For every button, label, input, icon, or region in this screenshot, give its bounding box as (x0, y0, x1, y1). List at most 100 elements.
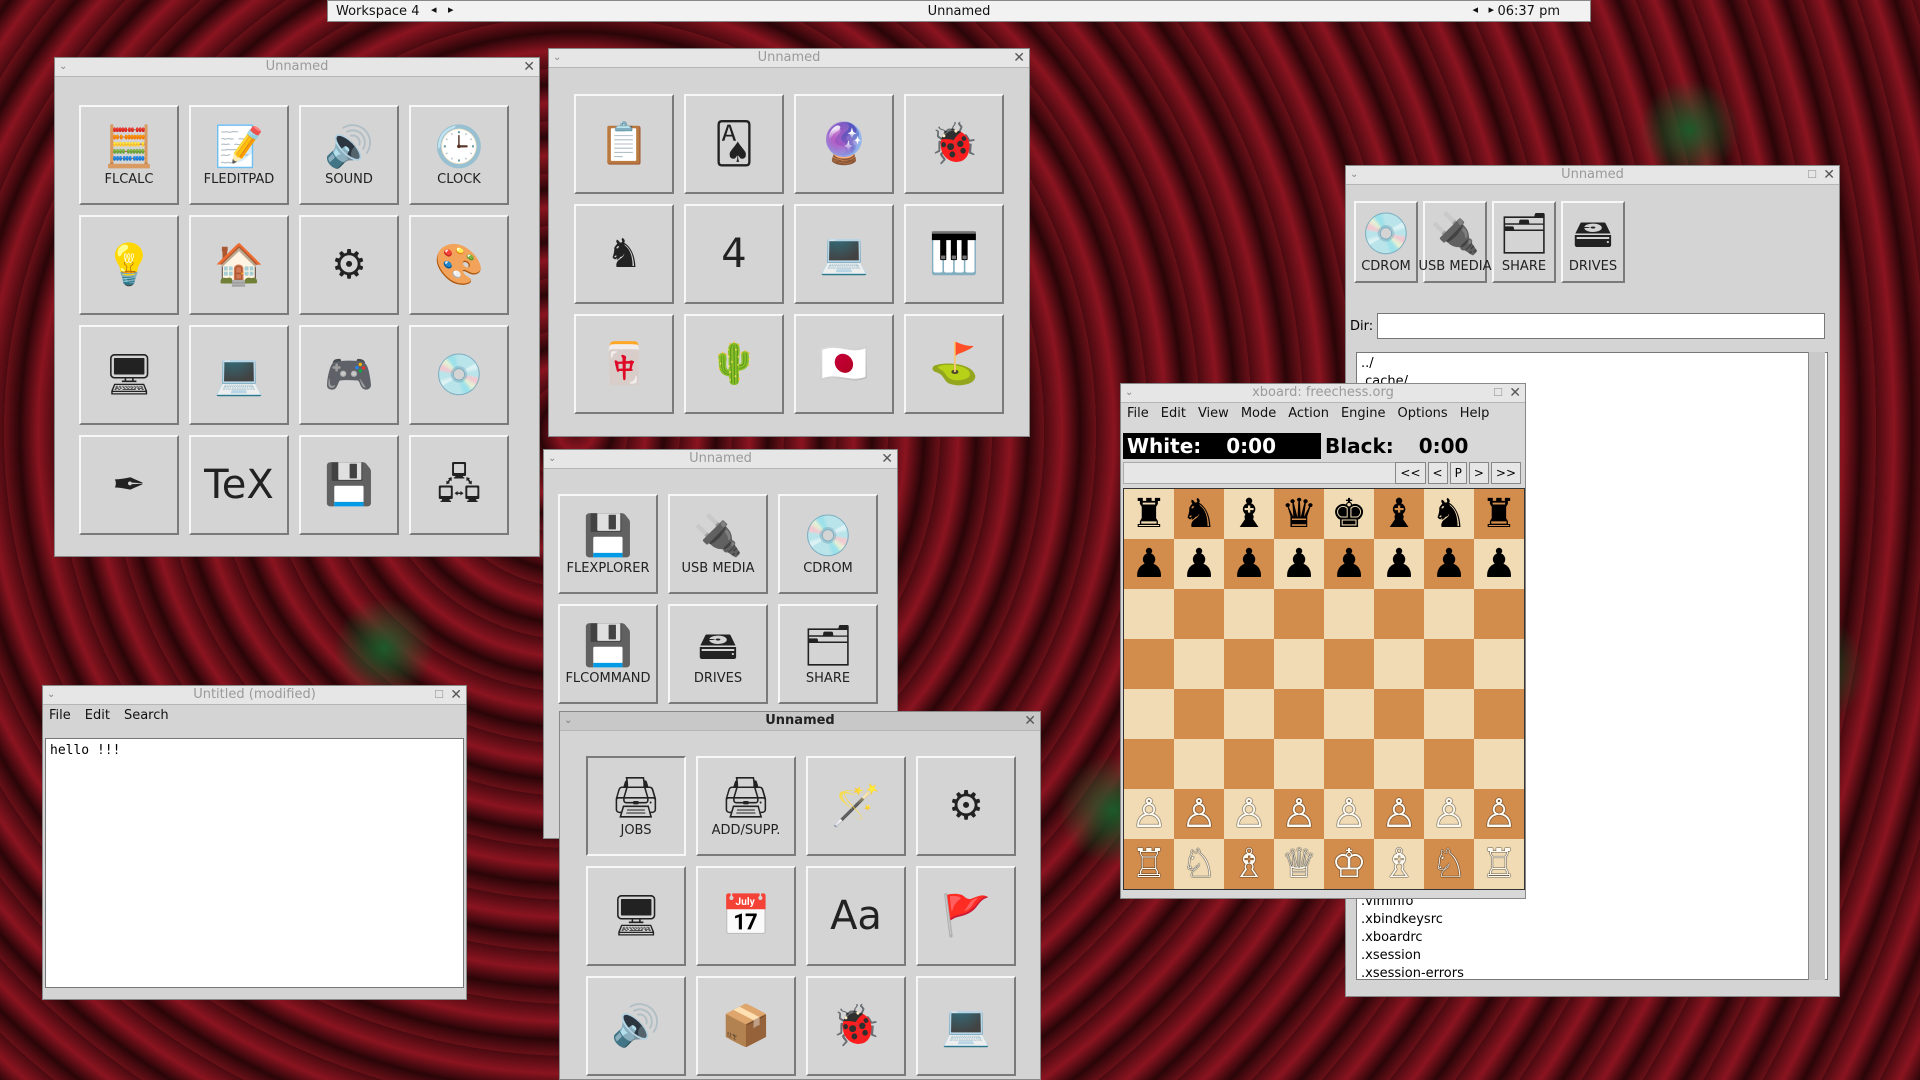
board-square[interactable]: ♙ (1124, 789, 1174, 839)
cactus-button[interactable]: 🌵 (684, 314, 784, 414)
board-square[interactable]: ♟ (1424, 539, 1474, 589)
board-square[interactable]: ♝ (1224, 489, 1274, 539)
close-icon[interactable]: ✕ (1509, 384, 1521, 402)
board-square[interactable]: ♖ (1474, 839, 1524, 889)
board-square[interactable]: ♛ (1274, 489, 1324, 539)
usb-media-button[interactable]: 🔌 USB MEDIA (668, 494, 768, 594)
chess-knight-button[interactable]: ♞ (574, 204, 674, 304)
board-square[interactable] (1374, 739, 1424, 789)
board-square[interactable]: ♝ (1374, 489, 1424, 539)
pen-button[interactable]: ✒ (79, 435, 179, 535)
piano-button[interactable]: 🎹 (904, 204, 1004, 304)
board-square[interactable]: ♜ (1124, 489, 1174, 539)
nav-button[interactable]: > (1468, 462, 1489, 484)
board-square[interactable]: ♗ (1224, 839, 1274, 889)
window-titlebar[interactable]: ⌄ Untitled (modified) ☐ ✕ (43, 686, 466, 705)
board-square[interactable]: ♘ (1174, 839, 1224, 889)
chess-board[interactable]: ♜ ♞ ♝ ♛ ♚ ♝ ♞ ♜ ♟ ♟ ♟ ♟ ♟ ♟ ♟ ♟ ♙ ♙ ♙ ♙ ♙ ♙ ♙ ♙ ♖ ♘ ♗ ♕ ♔ ♗ ♘ ♖ (1123, 488, 1525, 890)
font-button[interactable]: Aa (806, 866, 906, 966)
network-gear-button[interactable]: ⚙ (916, 756, 1016, 856)
board-square[interactable] (1224, 739, 1274, 789)
tex-button[interactable]: TeX (189, 435, 289, 535)
file-list-item[interactable]: ../ (1361, 355, 1823, 373)
editor-text-area[interactable]: hello !!! (45, 738, 464, 988)
ladybug-button[interactable]: 🐞 (806, 976, 906, 1076)
file-list-item[interactable]: .xbindkeysrc (1361, 911, 1464, 929)
terminal-button[interactable]: 💻 (916, 976, 1016, 1076)
board-square[interactable]: ♙ (1424, 789, 1474, 839)
home-button[interactable]: 🏠 (189, 215, 289, 315)
board-square[interactable] (1274, 739, 1324, 789)
board-square[interactable] (1324, 739, 1374, 789)
minimize-icon[interactable]: ⌄ (553, 49, 561, 67)
fleditpad-button[interactable]: 📝 FLEDITPAD (189, 105, 289, 205)
board-square[interactable] (1424, 639, 1474, 689)
palette-button[interactable]: 🎨 (409, 215, 509, 315)
menu-engine[interactable]: Engine (1341, 406, 1386, 424)
board-square[interactable] (1424, 589, 1474, 639)
board-square[interactable]: ♟ (1324, 539, 1374, 589)
file-list-item[interactable]: .xsession-errors (1361, 965, 1464, 979)
maximize-icon[interactable]: ☐ (1807, 166, 1817, 184)
japan-flag-button[interactable]: 🇯🇵 (794, 314, 894, 414)
board-square[interactable] (1474, 589, 1524, 639)
close-icon[interactable]: ✕ (1013, 49, 1025, 67)
board-square[interactable]: ♙ (1174, 789, 1224, 839)
board-square[interactable] (1274, 689, 1324, 739)
speaker-button[interactable]: 🔊 (586, 976, 686, 1076)
flexplorer-button[interactable]: 💾 FLEXPLORER (558, 494, 658, 594)
board-square[interactable] (1224, 639, 1274, 689)
close-icon[interactable]: ✕ (450, 686, 462, 704)
board-square[interactable]: ♟ (1174, 539, 1224, 589)
file-list-scrollbar[interactable] (1808, 352, 1825, 980)
four-button[interactable]: 4 (684, 204, 784, 304)
file-list-item[interactable]: .xboardrc (1361, 929, 1464, 947)
sound-button[interactable]: 🔊 SOUND (299, 105, 399, 205)
board-square[interactable] (1174, 739, 1224, 789)
board-square[interactable] (1124, 689, 1174, 739)
menu-help[interactable]: Help (1460, 406, 1490, 424)
board-square[interactable]: ♙ (1274, 789, 1324, 839)
board-square[interactable] (1474, 739, 1524, 789)
share-button[interactable]: 🗂 SHARE (778, 604, 878, 704)
minimize-icon[interactable]: ⌄ (548, 450, 556, 468)
board-square[interactable]: ♞ (1174, 489, 1224, 539)
dir-input[interactable] (1377, 313, 1825, 339)
file-list-item[interactable]: .xsession (1361, 947, 1464, 965)
nav-button[interactable]: < (1427, 462, 1448, 484)
cdrom-button[interactable]: 💿 CDROM (1354, 201, 1418, 283)
usb-media-button[interactable]: 🔌 USB MEDIA (1419, 201, 1492, 283)
window-next-icon[interactable]: ▸ (1488, 3, 1494, 16)
golf-flag-button[interactable]: ⛳ (904, 314, 1004, 414)
board-square[interactable]: ♙ (1224, 789, 1274, 839)
board-square[interactable]: ♙ (1324, 789, 1374, 839)
flcommand-button[interactable]: 💾 FLCOMMAND (558, 604, 658, 704)
board-square[interactable] (1274, 639, 1324, 689)
music-disc-button[interactable]: 💿 (409, 325, 509, 425)
close-icon[interactable]: ✕ (523, 58, 535, 76)
board-square[interactable]: ♟ (1124, 539, 1174, 589)
ladybug-button[interactable]: 🐞 (904, 94, 1004, 194)
board-square[interactable]: ♞ (1424, 489, 1474, 539)
window-prev-icon[interactable]: ◂ (1472, 3, 1478, 16)
board-square[interactable] (1124, 589, 1174, 639)
window-titlebar[interactable]: ⌄ Unnamed ✕ (544, 450, 897, 469)
floppy-button[interactable]: 💾 (299, 435, 399, 535)
terminal-button[interactable]: 💻 (794, 204, 894, 304)
window-button[interactable]: 🖥 (79, 325, 179, 425)
menu-options[interactable]: Options (1398, 406, 1448, 424)
minimize-icon[interactable]: ⌄ (59, 58, 67, 76)
window-titlebar[interactable]: ⌄ Unnamed ☐ ✕ (1346, 166, 1839, 185)
board-square[interactable] (1124, 639, 1174, 689)
package-button[interactable]: 📦 (696, 976, 796, 1076)
board-square[interactable] (1324, 689, 1374, 739)
nav-button[interactable]: >> (1490, 462, 1521, 484)
ball-button[interactable]: 🔮 (794, 94, 894, 194)
menu-view[interactable]: View (1198, 406, 1229, 424)
board-square[interactable] (1174, 589, 1224, 639)
minimize-icon[interactable]: ⌄ (564, 712, 572, 730)
board-square[interactable] (1174, 689, 1224, 739)
board-square[interactable]: ♟ (1474, 539, 1524, 589)
window-titlebar[interactable]: ⌄ Unnamed ✕ (560, 712, 1040, 731)
menu-search[interactable]: Search (124, 708, 169, 726)
